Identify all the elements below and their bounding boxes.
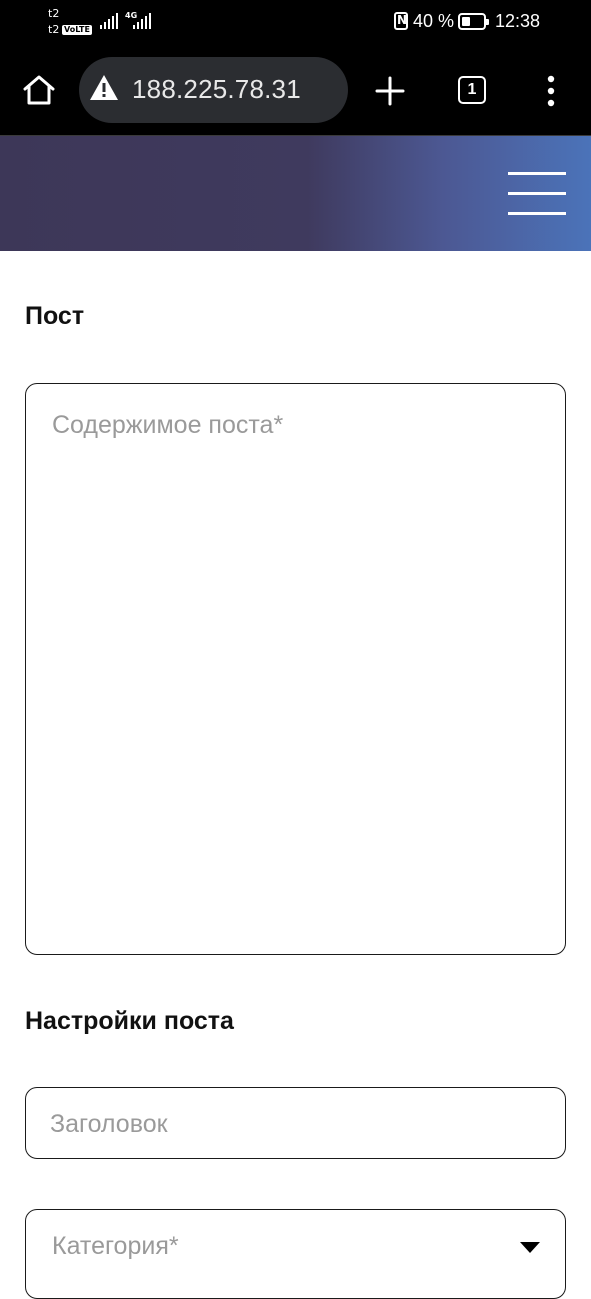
more-vert-icon[interactable] [540,74,562,108]
post-title-input[interactable]: Заголовок [25,1087,566,1159]
category-placeholder: Категория* [52,1232,179,1260]
category-select[interactable]: Категория* [25,1209,566,1299]
warning-icon[interactable] [89,73,119,103]
settings-section-title: Настройки поста [25,1007,234,1035]
caret-down-icon[interactable] [520,1242,540,1253]
clock: 12:38 [495,11,541,31]
battery-percent: 40 % [413,11,455,31]
battery-level-fill [462,17,470,26]
browser-toolbar: 188.225.78.31 1 [0,44,591,136]
battery-icon [458,13,489,30]
hamburger-icon[interactable] [508,172,566,216]
tab-switcher-button[interactable]: 1 [458,76,486,104]
post-content-placeholder: Содержимое поста* [52,411,284,439]
carrier-1-label: t2 [48,7,60,20]
carrier-2-label: t2 [48,23,60,36]
volte-badge: VoLTE [62,25,92,35]
address-bar[interactable]: 188.225.78.31 [79,57,348,123]
post-title-placeholder: Заголовок [50,1110,168,1138]
signal-2-icon [133,13,153,29]
post-content-textarea[interactable]: Содержимое поста* [25,383,566,955]
home-icon[interactable] [22,73,56,107]
carrier-info: t2 t2 VoLTE [48,6,92,40]
nfc-icon [394,12,408,30]
plus-icon[interactable] [374,75,406,107]
status-bar: t2 t2 VoLTE 4G 40 % 12:38 [0,0,591,44]
post-section-title: Пост [25,302,85,330]
signal-1-icon [100,13,120,29]
site-header [0,136,591,251]
url-text[interactable]: 188.225.78.31 [132,74,301,105]
